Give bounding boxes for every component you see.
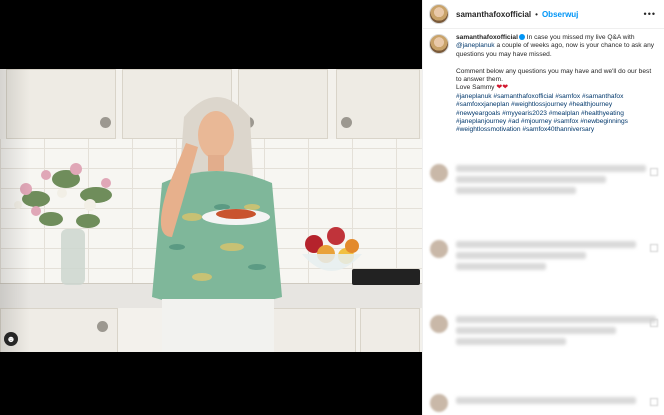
comment-avatar xyxy=(430,164,448,182)
blurred-comment xyxy=(430,313,660,355)
lower-cabinet xyxy=(360,308,420,352)
header-username[interactable]: samanthafoxofficial xyxy=(456,10,531,19)
post-header: samanthafoxofficial • Obserwuj ••• xyxy=(423,0,664,29)
blurred-text xyxy=(456,165,646,172)
verified-badge-icon xyxy=(518,34,525,40)
woman-eating xyxy=(152,97,282,352)
blurred-text xyxy=(456,397,636,404)
blurred-comment xyxy=(430,392,660,414)
caption-line3: Comment below any questions you may have… xyxy=(456,67,652,84)
more-horizontal-icon[interactable]: ••• xyxy=(644,9,656,19)
hashtags-link[interactable]: #janeplanuk #samanthafoxofficial #samfox… xyxy=(456,93,628,134)
caption-username[interactable]: samanthafoxofficial xyxy=(456,34,518,41)
post-sidebar: samanthafoxofficial • Obserwuj ••• saman… xyxy=(422,0,664,415)
blurred-text xyxy=(456,316,656,323)
cabinet-knob xyxy=(100,117,111,128)
post-media[interactable]: ☻ xyxy=(0,0,422,415)
like-heart-icon[interactable] xyxy=(650,398,658,406)
comment-avatar xyxy=(430,240,448,258)
comment-avatar xyxy=(430,315,448,333)
caption-line1: In case you missed my live Q&A with xyxy=(526,34,635,41)
blurred-text xyxy=(456,327,616,334)
like-heart-icon[interactable] xyxy=(650,319,658,327)
blurred-comment xyxy=(430,238,660,280)
blurred-text xyxy=(456,252,586,259)
separator-dot: • xyxy=(535,9,538,19)
post-caption: samanthafoxofficial In case you missed m… xyxy=(429,34,661,135)
image-shading xyxy=(0,69,30,352)
blurred-text xyxy=(456,241,636,248)
mention-link[interactable]: @janeplanuk xyxy=(456,42,495,49)
like-heart-icon[interactable] xyxy=(650,244,658,252)
caption-text: samanthafoxofficial In case you missed m… xyxy=(456,34,656,135)
post-photo xyxy=(0,69,422,352)
blurred-comment xyxy=(430,162,660,204)
blurred-text xyxy=(456,263,546,270)
avatar[interactable] xyxy=(429,4,449,24)
blurred-text xyxy=(456,338,566,345)
comment-avatar xyxy=(430,394,448,412)
person-tag-icon[interactable]: ☻ xyxy=(4,332,18,346)
hearts-emoji: ❤❤ xyxy=(496,84,509,92)
cabinet-knob xyxy=(341,117,352,128)
cabinet-knob xyxy=(97,321,108,332)
instagram-post-view: ☻ samanthafoxofficial • Obserwuj ••• sam… xyxy=(0,0,664,415)
caption-avatar[interactable] xyxy=(429,34,449,54)
follow-button[interactable]: Obserwuj xyxy=(542,10,578,19)
blurred-text xyxy=(456,176,606,183)
like-heart-icon[interactable] xyxy=(650,168,658,176)
caption-signoff: Love Sammy xyxy=(456,84,495,92)
fruit-bowl xyxy=(302,227,362,271)
upper-cabinet xyxy=(336,69,420,139)
blurred-text xyxy=(456,187,576,194)
